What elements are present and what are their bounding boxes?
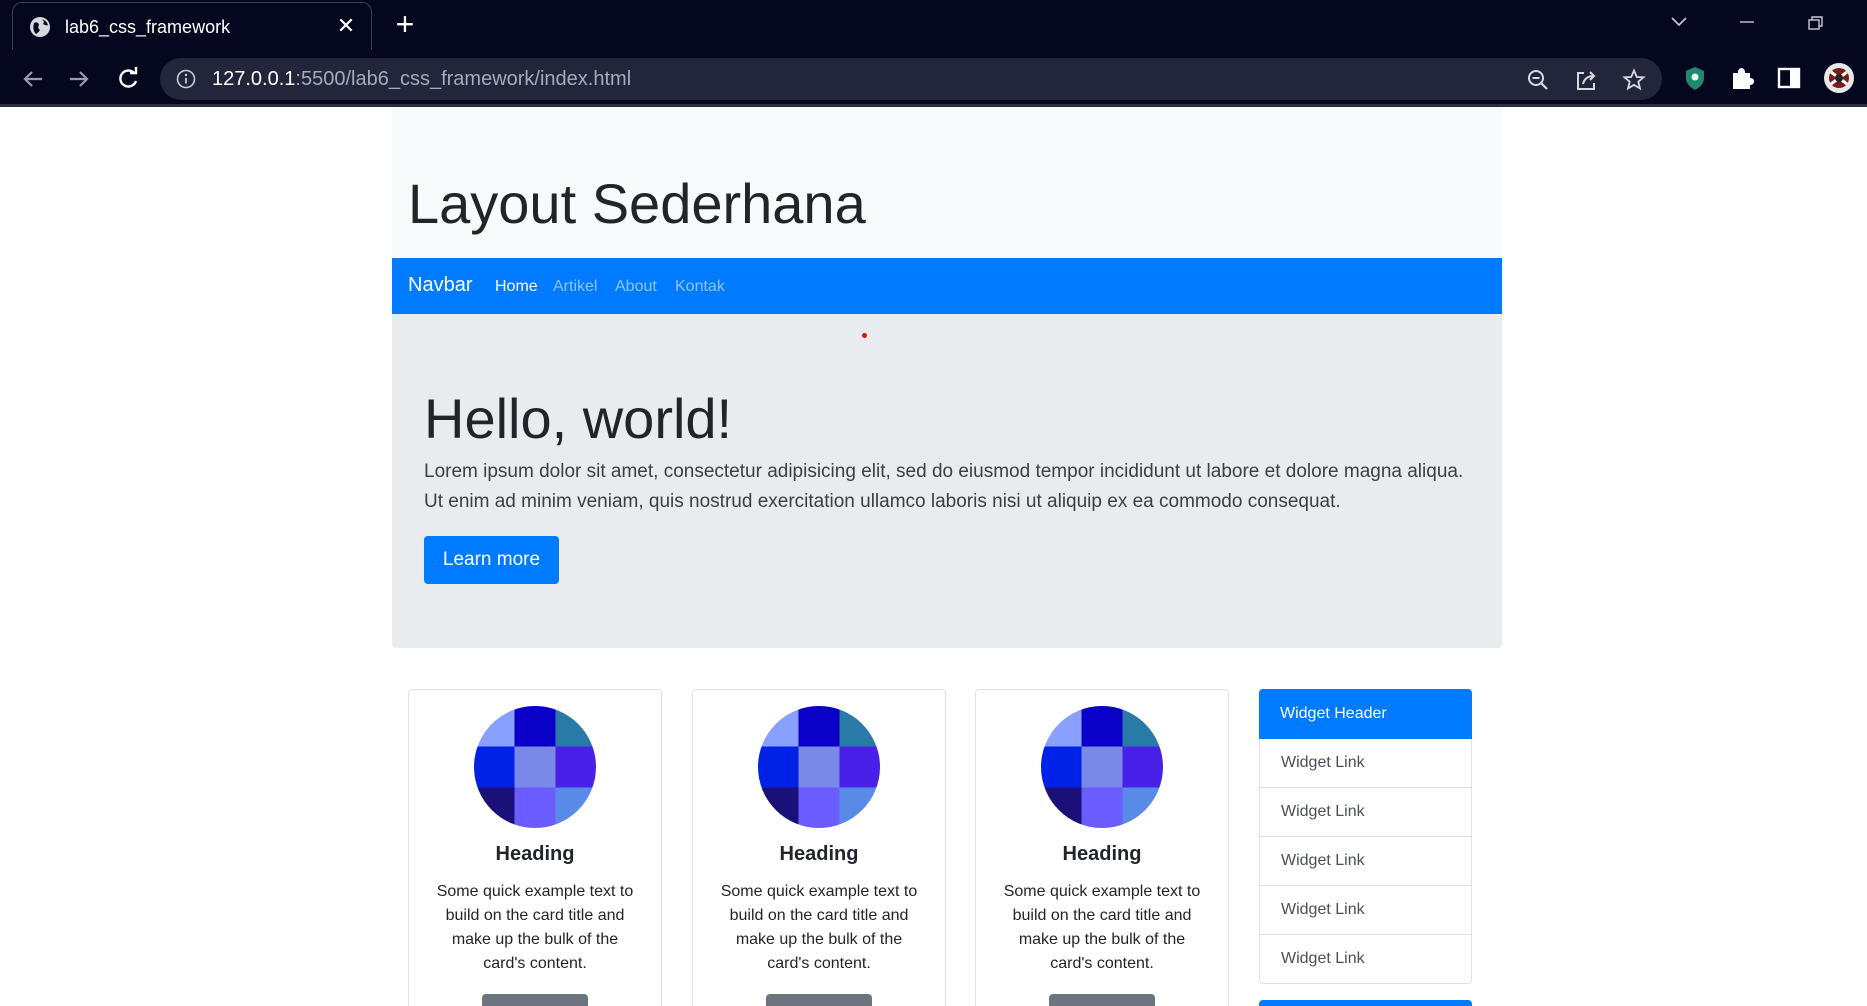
browser-toolbar: 127.0.0.1:5500/lab6_css_framework/index.… <box>0 50 1867 107</box>
card-title: Heading <box>779 843 859 865</box>
card-image <box>1041 706 1163 828</box>
profile-avatar[interactable] <box>1823 62 1855 94</box>
extension-shield-icon[interactable] <box>1681 64 1709 92</box>
back-icon[interactable] <box>18 64 48 94</box>
nav-link-home[interactable]: Home <box>495 278 538 296</box>
browser-chrome: lab6_css_framework ✕ + 127.0.0.1:5500/la <box>0 0 1867 107</box>
nav-link-kontak[interactable]: Kontak <box>675 278 725 296</box>
widget-link[interactable]: Widget Link <box>1259 788 1472 837</box>
close-icon[interactable]: ✕ <box>333 13 359 39</box>
cursor-dot <box>862 333 867 338</box>
share-icon[interactable] <box>1574 68 1598 92</box>
widget-link[interactable]: Widget Link <box>1259 935 1472 984</box>
navbar: Navbar Home Artikel About Kontak <box>392 258 1502 314</box>
info-icon[interactable] <box>176 69 196 89</box>
globe-icon <box>29 16 51 38</box>
star-icon[interactable] <box>1622 68 1646 92</box>
card: Heading Some quick example text to build… <box>408 689 662 1006</box>
second-widget-header <box>1259 1000 1472 1006</box>
card: Heading Some quick example text to build… <box>692 689 946 1006</box>
jumbotron-lead: Lorem ipsum dolor sit amet, consectetur … <box>424 461 1464 512</box>
tab-strip: lab6_css_framework ✕ + <box>0 0 1867 50</box>
zoom-icon[interactable] <box>1526 68 1550 92</box>
nav-link-artikel[interactable]: Artikel <box>553 278 597 296</box>
card-text: Some quick example text to build on the … <box>720 883 918 972</box>
card: Heading Some quick example text to build… <box>975 689 1229 1006</box>
page-viewport: Layout Sederhana Navbar Home Artikel Abo… <box>0 107 1867 1006</box>
card-image <box>758 706 880 828</box>
browser-tab[interactable]: lab6_css_framework ✕ <box>12 2 372 50</box>
plus-icon[interactable]: + <box>390 8 420 40</box>
learn-more-button[interactable]: Learn more <box>424 536 559 584</box>
site-title: Layout Sederhana <box>408 172 866 235</box>
sidepanel-icon[interactable] <box>1775 64 1803 92</box>
restore-icon[interactable] <box>1793 8 1837 38</box>
puzzle-icon[interactable] <box>1728 64 1756 92</box>
card-button[interactable] <box>766 994 872 1006</box>
card-image <box>474 706 596 828</box>
navbar-brand[interactable]: Navbar <box>408 274 472 297</box>
url-text: 127.0.0.1:5500/lab6_css_framework/index.… <box>212 68 632 90</box>
card-text: Some quick example text to build on the … <box>436 883 634 972</box>
forward-icon[interactable] <box>64 64 94 94</box>
widget-link[interactable]: Widget Link <box>1259 886 1472 935</box>
widget-header[interactable]: Widget Header <box>1259 689 1472 739</box>
card-button[interactable] <box>482 994 588 1006</box>
tab-search-icon[interactable] <box>1657 8 1701 38</box>
widget-link[interactable]: Widget Link <box>1259 739 1472 788</box>
card-title: Heading <box>1062 843 1142 865</box>
card-text: Some quick example text to build on the … <box>1003 883 1201 972</box>
widget-link[interactable]: Widget Link <box>1259 837 1472 886</box>
card-title: Heading <box>495 843 575 865</box>
address-bar[interactable]: 127.0.0.1:5500/lab6_css_framework/index.… <box>160 58 1662 100</box>
reload-icon[interactable] <box>113 64 143 94</box>
card-button[interactable] <box>1049 994 1155 1006</box>
jumbotron: Hello, world! Lorem ipsum dolor sit amet… <box>392 314 1502 648</box>
nav-link-about[interactable]: About <box>615 278 657 296</box>
jumbotron-title: Hello, world! <box>424 387 733 450</box>
site-header: Layout Sederhana <box>392 107 1502 258</box>
minimize-icon[interactable] <box>1725 8 1769 38</box>
tab-title: lab6_css_framework <box>65 17 231 37</box>
